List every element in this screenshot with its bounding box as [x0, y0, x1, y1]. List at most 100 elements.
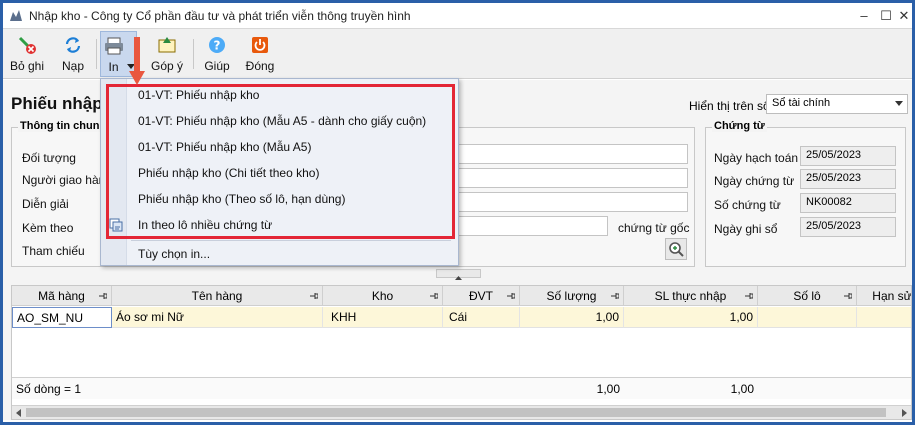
- gop-y-button[interactable]: Góp ý: [149, 31, 185, 77]
- pin-icon[interactable]: [844, 292, 852, 300]
- giup-button[interactable]: ? Giúp: [199, 31, 235, 77]
- col-dvt-label: ĐVT: [469, 289, 493, 303]
- scroll-right-icon[interactable]: [900, 409, 908, 417]
- nguoi-giao-hang-input[interactable]: [458, 168, 688, 188]
- col-so-luong[interactable]: Số lượng: [520, 286, 624, 306]
- cell-sl-thuc-nhap[interactable]: 1,00: [624, 307, 758, 328]
- pin-icon[interactable]: [507, 292, 515, 300]
- row-count: Số dòng = 1: [16, 382, 82, 396]
- refresh-icon: [65, 37, 81, 53]
- horizontal-scrollbar[interactable]: [12, 405, 911, 419]
- col-dvt[interactable]: ĐVT: [443, 286, 520, 306]
- col-so-lo-label: Số lô: [793, 289, 821, 303]
- voucher-group: Chứng từ Ngày hạch toán 25/05/2023 Ngày …: [705, 120, 906, 267]
- table-row[interactable]: AO_SM_NU Áo sơ mi Nữ KHH Cái 1,00 1,00: [12, 307, 911, 328]
- col-kho-label: Kho: [371, 289, 394, 303]
- cell-so-lo[interactable]: [758, 307, 857, 328]
- window-frame: Nhập kho - Công ty Cổ phần đầu tư và phá…: [0, 0, 915, 425]
- magnifier-icon: [669, 242, 684, 257]
- col-ma-hang-label: Mã hàng: [38, 289, 85, 303]
- dong-button[interactable]: Đóng: [242, 31, 278, 77]
- pin-icon[interactable]: [745, 292, 753, 300]
- col-ten-hang[interactable]: Tên hàng: [112, 286, 323, 306]
- so-chung-tu-input[interactable]: NK00082: [800, 193, 896, 213]
- bo-ghi-label: Bỏ ghi: [9, 59, 45, 73]
- kem-theo-input[interactable]: [458, 216, 608, 236]
- col-sl-thuc-nhap-label: SL thực nhập: [654, 289, 727, 303]
- printer-icon: [105, 37, 123, 55]
- page-title: Phiếu nhập: [11, 94, 103, 113]
- nap-button[interactable]: Nạp: [53, 31, 93, 77]
- minimize-button[interactable]: –: [853, 6, 875, 26]
- dien-giai-input[interactable]: [458, 192, 688, 212]
- col-han-su-label: Hạn sử: [872, 289, 912, 303]
- highlight-box: [106, 84, 455, 239]
- chung-tu-goc-label: chứng từ gốc: [618, 221, 690, 235]
- col-kho[interactable]: Kho: [323, 286, 443, 306]
- chevron-down-icon: [895, 101, 903, 106]
- grid-footer: Số dòng = 1 1,00 1,00: [12, 377, 911, 399]
- col-sl-thuc-nhap[interactable]: SL thực nhập: [624, 286, 758, 306]
- hien-thi-value: Sổ tài chính: [772, 97, 831, 109]
- gop-y-label: Góp ý: [150, 59, 183, 73]
- title-bar: Nhập kho - Công ty Cổ phần đầu tư và phá…: [3, 3, 912, 29]
- so-chung-tu-label: Số chứng từ: [714, 198, 781, 212]
- col-so-lo[interactable]: Số lô: [758, 286, 857, 306]
- close-button[interactable]: ✕: [893, 6, 915, 26]
- dong-label: Đóng: [245, 59, 275, 73]
- app-logo-icon: [10, 10, 22, 21]
- detail-grid: Mã hàng Tên hàng Kho ĐVT Số lượng SL thự…: [11, 285, 912, 420]
- toolbar-separator: [193, 39, 194, 69]
- power-icon: [252, 37, 268, 53]
- unpost-icon: [18, 36, 36, 54]
- red-arrow-icon: [129, 37, 145, 85]
- svg-text:?: ?: [214, 39, 221, 53]
- ngay-ghi-so-input[interactable]: 25/05/2023: [800, 217, 896, 237]
- collapse-handle[interactable]: [436, 269, 481, 280]
- hien-thi-label: Hiển thị trên sổ: [689, 99, 770, 113]
- nguoi-giao-hang-label: Người giao hàng: [22, 173, 112, 187]
- feedback-icon: [158, 37, 176, 53]
- bo-ghi-button[interactable]: Bỏ ghi: [7, 31, 47, 77]
- total-sl-thuc-nhap: 1,00: [730, 382, 754, 396]
- total-so-luong: 1,00: [596, 382, 620, 396]
- pin-icon[interactable]: [430, 292, 438, 300]
- col-ma-hang[interactable]: Mã hàng: [12, 286, 112, 306]
- menu-item-tuy-chon-in[interactable]: Tùy chọn in...: [138, 247, 210, 261]
- pin-icon[interactable]: [611, 292, 619, 300]
- nap-label: Nạp: [61, 59, 84, 73]
- scroll-thumb[interactable]: [26, 408, 886, 417]
- general-info-title: Thông tin chun: [18, 120, 102, 132]
- window-title: Nhập kho - Công ty Cổ phần đầu tư và phá…: [29, 9, 411, 23]
- scroll-left-icon[interactable]: [15, 409, 23, 417]
- cell-kho[interactable]: KHH: [323, 307, 443, 328]
- ngay-chung-tu-label: Ngày chứng từ: [714, 174, 795, 188]
- doi-tuong-label: Đối tượng: [22, 151, 76, 165]
- chevron-up-icon: [455, 276, 462, 280]
- pin-icon[interactable]: [310, 292, 318, 300]
- cell-so-luong[interactable]: 1,00: [520, 307, 624, 328]
- cell-ma-hang[interactable]: AO_SM_NU: [12, 307, 112, 328]
- pin-icon[interactable]: [99, 292, 107, 300]
- kem-theo-label: Kèm theo: [22, 221, 74, 235]
- in-label: In: [108, 60, 119, 74]
- ngay-chung-tu-input[interactable]: 25/05/2023: [800, 169, 896, 189]
- doi-tuong-input[interactable]: [458, 144, 688, 164]
- dien-giai-label: Diễn giải: [22, 197, 69, 211]
- cell-han-su[interactable]: [857, 307, 911, 328]
- menu-separator: [131, 240, 451, 241]
- col-han-su[interactable]: Hạn sử: [857, 286, 912, 306]
- col-ten-hang-label: Tên hàng: [191, 289, 243, 303]
- ngay-hach-toan-label: Ngày hạch toán: [714, 151, 799, 165]
- ngay-hach-toan-input[interactable]: 25/05/2023: [800, 146, 896, 166]
- grid-header: Mã hàng Tên hàng Kho ĐVT Số lượng SL thự…: [12, 286, 911, 306]
- giup-label: Giúp: [204, 59, 230, 73]
- cell-ten-hang[interactable]: Áo sơ mi Nữ: [112, 307, 323, 328]
- tham-chieu-label: Tham chiếu: [22, 244, 85, 258]
- hien-thi-select[interactable]: Sổ tài chính: [766, 94, 908, 114]
- zoom-button[interactable]: [665, 238, 687, 260]
- col-so-luong-label: Số lượng: [546, 289, 597, 303]
- cell-dvt[interactable]: Cái: [443, 307, 520, 328]
- ngay-ghi-so-label: Ngày ghi sổ: [714, 222, 778, 236]
- help-icon: ?: [209, 37, 225, 53]
